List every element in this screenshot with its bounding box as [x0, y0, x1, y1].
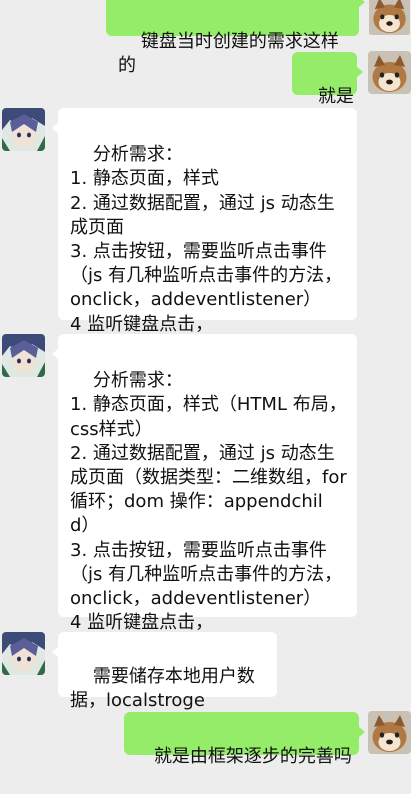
contact-avatar[interactable] — [2, 632, 45, 675]
chat-message-list[interactable]: 键盘当时创建的需求这样的 就是 分析需求： 1. 静态页面，样式 2. 通过数据… — [0, 0, 411, 768]
contact-avatar[interactable] — [2, 108, 45, 151]
anime-character-avatar-icon — [2, 632, 45, 675]
incoming-message[interactable]: 分析需求： 1. 静态页面，样式 2. 通过数据配置，通过 js 动态生成页面 … — [52, 108, 357, 335]
message-text: 分析需求： 1. 静态页面，样式 2. 通过数据配置，通过 js 动态生成页面 … — [70, 144, 343, 335]
anime-character-avatar-icon — [2, 108, 45, 151]
self-avatar[interactable] — [368, 51, 411, 94]
anime-character-avatar-icon — [2, 334, 45, 377]
contact-avatar[interactable] — [2, 334, 45, 377]
incoming-message[interactable]: 分析需求： 1. 静态页面，样式（HTML 布局，css样式） 2. 通过数据配… — [52, 334, 357, 633]
outgoing-message[interactable]: 就是由框架逐步的完善吗 — [124, 712, 365, 767]
message-text: 就是由框架逐步的完善吗 — [153, 746, 352, 768]
self-avatar[interactable] — [368, 0, 411, 35]
dog-avatar-icon — [368, 711, 411, 754]
outgoing-message[interactable]: 键盘当时创建的需求这样的 — [106, 0, 365, 76]
message-text: 就是 — [317, 86, 354, 108]
message-text: 需要储存本地用户数据，localstroge — [70, 666, 255, 712]
self-avatar[interactable] — [368, 711, 411, 754]
incoming-message[interactable]: 需要储存本地用户数据，localstroge — [52, 632, 277, 711]
dog-avatar-icon — [369, 0, 410, 35]
outgoing-message[interactable]: 就是 — [292, 52, 363, 107]
dog-avatar-icon — [368, 51, 411, 94]
message-text: 分析需求： 1. 静态页面，样式（HTML 布局，css样式） 2. 通过数据配… — [70, 370, 347, 634]
